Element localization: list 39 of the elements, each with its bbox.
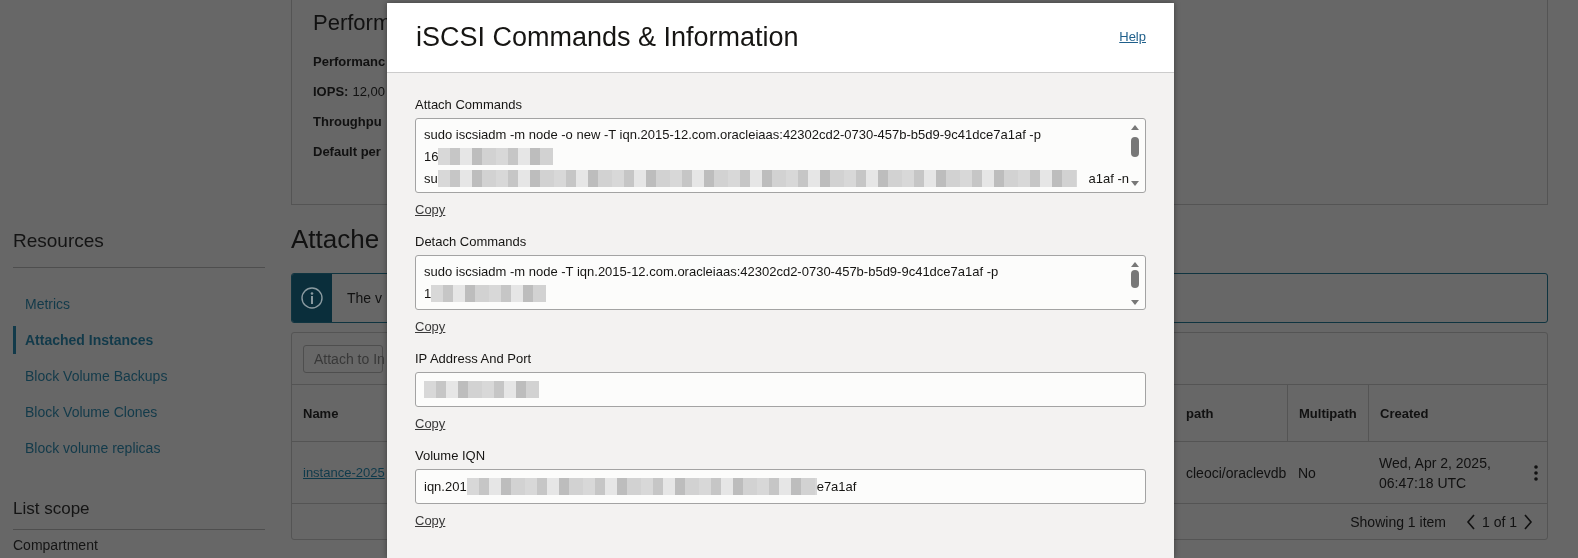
column-header: Created [1368,385,1547,441]
column-header: Name [302,404,340,423]
column-header: Multipath [1287,385,1368,441]
sidebar-heading: List scope [13,499,90,519]
info-icon [301,287,323,309]
command-textarea[interactable]: sudo iscsiadm -m node -o new -T iqn.2015-12.com.oracleiaas:42302cd2-0730-457b-b5d9-9c41dce7a1af -p 16 su a1af -n [415,118,1146,193]
field-label: Default per [313,143,381,159]
next-page-icon[interactable] [1523,513,1533,530]
copy-link[interactable]: Copy [415,416,446,431]
field-label: Attach Commands [415,97,522,112]
field-label: Detach Commands [415,234,527,249]
scrollbar [1129,260,1141,305]
field-label: Throughpu [313,113,382,129]
item-count: Showing 1 item [1350,513,1446,530]
field-label: IP Address And Port [415,351,532,366]
input-field[interactable]: iqn.201 e7a1af [415,469,1146,504]
page-indicator: 1 of 1 [1481,513,1517,530]
kebab-menu-icon[interactable] [1533,464,1539,481]
table-cell-text: No [1297,463,1317,483]
dialog-title: iSCSI Commands & Information [416,22,799,53]
table-cell-text: cleoci/oraclevdb [1185,463,1287,483]
field-label: Volume IQN [415,448,486,463]
sidebar-heading: Resources [13,230,104,252]
table-cell-text: Wed, Apr 2, 2025, 06:47:18 UTC [1378,453,1492,493]
field-label: Performanc [313,53,386,69]
banner-text: The v [347,290,382,306]
command-textarea[interactable]: sudo iscsiadm -m node -T iqn.2015-12.com.oracleiaas:42302cd2-0730-457b-b5d9-9c41dce7a1af -p 1 [415,255,1146,310]
scrollbar [1129,123,1141,188]
copy-link[interactable]: Copy [415,202,446,217]
copy-link[interactable]: Copy [415,513,446,528]
input-field[interactable] [415,372,1146,407]
copy-link[interactable]: Copy [415,319,446,334]
section-title: Attache [291,224,380,255]
previous-page-icon[interactable] [1465,513,1476,530]
field-label: Compartment [13,537,98,553]
field-label: IOPS: [313,83,349,99]
help-link[interactable]: Help [1119,29,1146,44]
field-value: 12,00 [352,83,385,99]
column-header: path [1185,404,1215,423]
